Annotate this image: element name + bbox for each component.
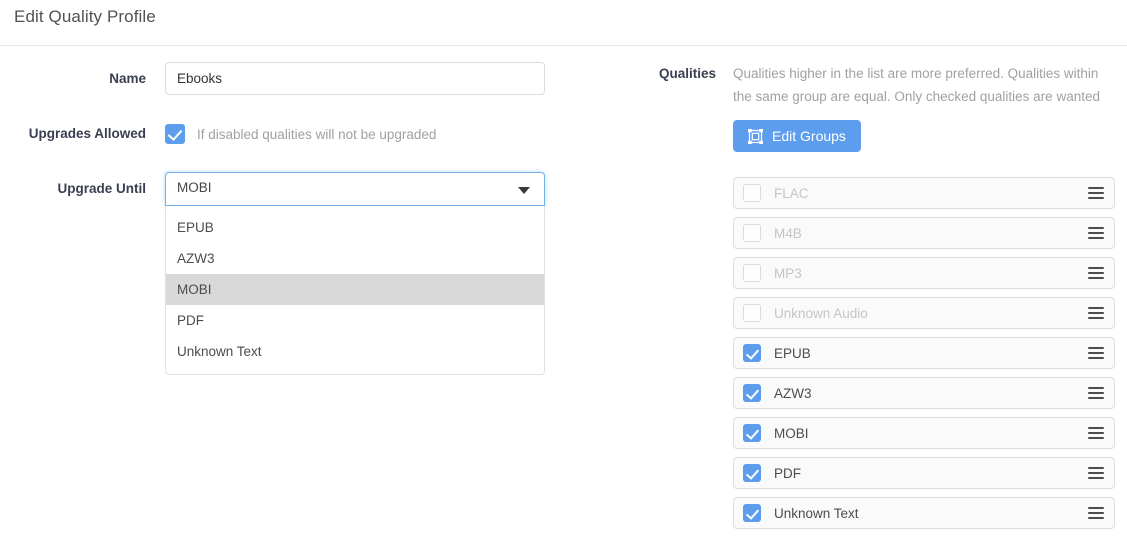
quality-row[interactable]: FLAC (733, 177, 1115, 209)
drag-handle-icon[interactable] (1088, 226, 1104, 240)
quality-label: PDF (774, 465, 801, 481)
quality-label: FLAC (774, 185, 809, 201)
drag-handle-icon[interactable] (1088, 386, 1104, 400)
upgrade-until-select-wrap: MOBI EPUB AZW3 MOBI PDF Unknown Text (165, 172, 545, 375)
modal-header: Edit Quality Profile (0, 0, 1127, 46)
qualities-label: Qualities (658, 66, 716, 81)
edit-groups-button[interactable]: Edit Groups (733, 120, 861, 152)
edit-groups-button-label: Edit Groups (772, 128, 846, 144)
qualities-header: Qualities Qualities higher in the list a… (620, 62, 1127, 152)
quality-row[interactable]: M4B (733, 217, 1115, 249)
quality-checkbox[interactable] (743, 264, 761, 282)
quality-label: MP3 (774, 265, 802, 281)
drag-handle-icon[interactable] (1088, 506, 1104, 520)
quality-checkbox[interactable] (743, 344, 761, 362)
object-group-icon (748, 128, 763, 144)
quality-label: M4B (774, 225, 802, 241)
field-upgrade-until: Upgrade Until MOBI EPUB AZW3 MOBI PDF Un… (0, 172, 600, 375)
quality-checkbox[interactable] (743, 464, 761, 482)
upgrades-allowed-checkbox[interactable] (165, 124, 185, 144)
drag-handle-icon[interactable] (1088, 266, 1104, 280)
quality-label: Unknown Text (774, 505, 859, 521)
quality-row[interactable]: EPUB (733, 337, 1115, 369)
quality-row[interactable]: AZW3 (733, 377, 1115, 409)
field-name: Name (0, 62, 600, 95)
dropdown-option[interactable]: EPUB (166, 212, 544, 243)
field-upgrades-allowed: Upgrades Allowed If disabled qualities w… (0, 117, 600, 150)
quality-checkbox[interactable] (743, 224, 761, 242)
upgrade-until-dropdown-menu: EPUB AZW3 MOBI PDF Unknown Text (165, 206, 545, 375)
dropdown-option[interactable]: AZW3 (166, 243, 544, 274)
field-name-control (165, 62, 600, 95)
qualities-help-text: Qualities higher in the list are more pr… (733, 66, 1100, 104)
upgrades-allowed-help: If disabled qualities will not be upgrad… (197, 126, 437, 142)
quality-row[interactable]: MP3 (733, 257, 1115, 289)
page-title: Edit Quality Profile (14, 7, 156, 26)
edit-quality-profile-modal: Edit Quality Profile Name Upgrades Allow… (0, 0, 1127, 550)
quality-row[interactable]: Unknown Text (733, 497, 1115, 529)
quality-row[interactable]: MOBI (733, 417, 1115, 449)
quality-label: EPUB (774, 345, 811, 361)
drag-handle-icon[interactable] (1088, 346, 1104, 360)
form-left-column: Name Upgrades Allowed If disabled qualit… (0, 62, 600, 375)
quality-checkbox[interactable] (743, 384, 761, 402)
qualities-list: FLAC M4B MP3 Unknown Audio EPUB AZW3 MOB… (733, 177, 1115, 537)
qualities-body: Qualities higher in the list are more pr… (733, 62, 1127, 152)
quality-checkbox[interactable] (743, 424, 761, 442)
chevron-down-icon (518, 187, 530, 194)
upgrade-until-selected-value: MOBI (177, 180, 212, 195)
qualities-column: Qualities Qualities higher in the list a… (620, 62, 1127, 529)
quality-row[interactable]: Unknown Audio (733, 297, 1115, 329)
quality-label: Unknown Audio (774, 305, 868, 321)
field-name-label: Name (109, 71, 146, 86)
drag-handle-icon[interactable] (1088, 306, 1104, 320)
upgrades-allowed-row: If disabled qualities will not be upgrad… (165, 117, 600, 150)
field-upgrades-allowed-control: If disabled qualities will not be upgrad… (165, 117, 600, 150)
dropdown-option[interactable]: MOBI (166, 274, 544, 305)
quality-checkbox[interactable] (743, 504, 761, 522)
quality-checkbox[interactable] (743, 184, 761, 202)
field-upgrade-until-control: MOBI EPUB AZW3 MOBI PDF Unknown Text (165, 172, 600, 375)
quality-label: MOBI (774, 425, 809, 441)
field-upgrade-until-label: Upgrade Until (57, 181, 146, 196)
quality-label: AZW3 (774, 385, 812, 401)
upgrade-until-select[interactable]: MOBI (165, 172, 545, 206)
drag-handle-icon[interactable] (1088, 466, 1104, 480)
quality-checkbox[interactable] (743, 304, 761, 322)
dropdown-option[interactable]: Unknown Text (166, 336, 544, 367)
quality-row[interactable]: PDF (733, 457, 1115, 489)
field-upgrades-allowed-label: Upgrades Allowed (28, 126, 146, 141)
drag-handle-icon[interactable] (1088, 426, 1104, 440)
dropdown-option[interactable]: PDF (166, 305, 544, 336)
drag-handle-icon[interactable] (1088, 186, 1104, 200)
name-input[interactable] (165, 62, 545, 95)
